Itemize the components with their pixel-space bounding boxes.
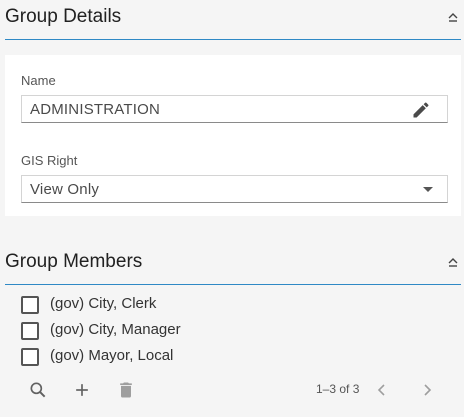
group-details-header: Group Details	[0, 0, 464, 40]
group-details-card: Name ADMINISTRATION GIS Right View Only	[5, 55, 461, 216]
collapse-icon[interactable]	[446, 10, 460, 26]
add-icon[interactable]	[72, 380, 92, 400]
search-icon[interactable]	[28, 380, 48, 400]
group-details-title: Group Details	[5, 6, 122, 27]
dropdown-arrow-icon[interactable]	[423, 187, 433, 192]
name-field[interactable]: ADMINISTRATION	[21, 95, 448, 123]
member-row[interactable]: (gov) Mayor, Local	[21, 347, 321, 367]
member-checkbox[interactable]	[21, 296, 39, 314]
member-checkbox[interactable]	[21, 322, 39, 340]
group-members-title: Group Members	[5, 251, 143, 272]
member-checkbox[interactable]	[21, 348, 39, 366]
name-label: Name	[21, 73, 56, 88]
member-row[interactable]: (gov) City, Manager	[21, 321, 321, 341]
chevron-right-icon[interactable]	[418, 380, 436, 400]
gis-right-value: View Only	[30, 181, 100, 198]
section-divider	[5, 284, 461, 285]
edit-icon[interactable]	[411, 100, 431, 120]
gis-right-label: GIS Right	[21, 153, 78, 168]
group-members-header: Group Members	[0, 245, 464, 285]
member-label: (gov) City, Clerk	[50, 295, 157, 312]
section-divider	[5, 39, 461, 40]
delete-icon[interactable]	[116, 380, 136, 400]
chevron-left-icon[interactable]	[373, 380, 391, 400]
gis-right-select[interactable]: View Only	[21, 175, 448, 203]
pager-range: 1–3 of 3	[316, 382, 360, 396]
member-label: (gov) Mayor, Local	[50, 347, 174, 364]
group-page: Group Details Name ADMINISTRATION GIS Ri…	[0, 0, 464, 417]
member-label: (gov) City, Manager	[50, 321, 181, 338]
name-value: ADMINISTRATION	[30, 101, 161, 118]
member-row[interactable]: (gov) City, Clerk	[21, 295, 321, 315]
collapse-icon[interactable]	[446, 255, 460, 271]
